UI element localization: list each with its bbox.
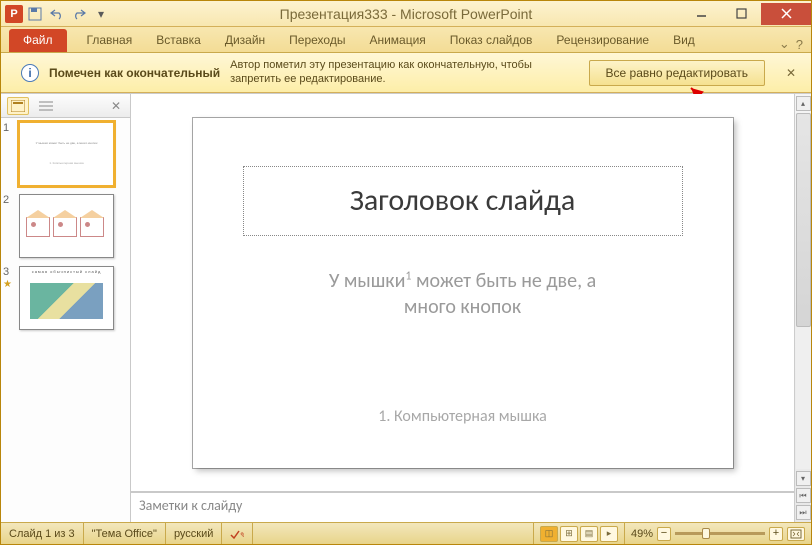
slides-tab-icon[interactable] [7,97,29,115]
slide-thumbnail[interactable]: самая обычнистый слайд [19,266,114,330]
ribbon-minimize-icon[interactable]: ⌄ [779,36,790,52]
thumbnail-row: 1 У мышки может быть не две, а много кно… [3,122,128,186]
tab-transitions[interactable]: Переходы [277,29,357,52]
slide-stage[interactable]: Заголовок слайда У мышки1 может быть не … [131,94,794,492]
theme-name[interactable]: "Тема Office" [84,523,166,544]
vertical-scrollbar[interactable]: ▴ ▾ ⏮ ⏭ [794,94,811,522]
scroll-thumb[interactable] [796,113,811,327]
slide-thumbnail[interactable]: У мышки может быть не две, а много кнопо… [19,122,114,186]
workarea: ✕ 1 У мышки может быть не две, а много к… [1,93,811,522]
message-close-icon[interactable]: ✕ [781,63,801,83]
notes-pane[interactable]: Заметки к слайду [131,492,794,522]
minimize-button[interactable] [681,3,721,25]
close-button[interactable] [761,3,811,25]
tab-design[interactable]: Дизайн [213,29,277,52]
powerpoint-icon[interactable]: P [5,5,23,23]
view-buttons: ◫ ⊞ ▤ ▸ [533,523,625,544]
file-tab[interactable]: Файл [9,29,67,52]
animation-icon: ★ [3,279,12,290]
maximize-button[interactable] [721,3,761,25]
statusbar: Слайд 1 из 3 "Тема Office" русский ✎ ◫ ⊞… [1,522,811,544]
thumb-number: 3★ [3,266,15,330]
tab-slideshow[interactable]: Показ слайдов [438,29,545,52]
reading-view-button[interactable]: ▤ [580,526,598,542]
spellcheck-icon[interactable]: ✎ [222,523,253,544]
zoom-out-button[interactable]: − [657,527,671,541]
slide-counter[interactable]: Слайд 1 из 3 [1,523,84,544]
next-slide-button[interactable]: ⏭ [796,505,811,520]
fit-to-window-button[interactable] [787,527,805,541]
thumb-number: 2 [3,194,15,258]
title-placeholder[interactable]: Заголовок слайда [243,166,683,236]
sorter-view-button[interactable]: ⊞ [560,526,578,542]
zoom-level[interactable]: 49% [631,528,653,540]
slideshow-view-button[interactable]: ▸ [600,526,618,542]
window-controls [681,3,811,25]
tab-insert[interactable]: Вставка [144,29,213,52]
prev-slide-button[interactable]: ⏮ [796,488,811,503]
tab-home[interactable]: Главная [75,29,145,52]
svg-text:✎: ✎ [240,531,244,540]
editor-area: Заголовок слайда У мышки1 может быть не … [131,94,794,522]
language-indicator[interactable]: русский [166,523,222,544]
thumbnail-row: 2 [3,194,128,258]
scroll-down-button[interactable]: ▾ [796,471,811,486]
window-title: Презентация333 - Microsoft PowerPoint [280,6,533,22]
info-icon: i [21,64,39,82]
subtitle-text: У мышки1 может быть не две, амного кнопо… [243,268,683,320]
thumbnails-list[interactable]: 1 У мышки может быть не две, а много кно… [1,118,130,522]
qat: P ▾ [1,4,111,24]
footnote-text: 1. Компьютерная мышка [243,407,683,426]
panel-close-icon[interactable]: ✕ [108,99,124,113]
slide-panel: ✕ 1 У мышки может быть не две, а много к… [1,94,131,522]
zoom-slider-thumb[interactable] [702,528,710,539]
slide-canvas[interactable]: Заголовок слайда У мышки1 может быть не … [193,118,733,468]
thumbnail-row: 3★ самая обычнистый слайд [3,266,128,330]
tab-view[interactable]: Вид [661,29,707,52]
undo-icon[interactable] [47,4,67,24]
redo-icon[interactable] [69,4,89,24]
save-icon[interactable] [25,4,45,24]
edit-anyway-button[interactable]: Все равно редактировать [589,60,765,86]
normal-view-button[interactable]: ◫ [540,526,558,542]
message-bar: i Помечен как окончательный Автор помети… [1,53,811,93]
app-window: P ▾ Презентация333 - Microsoft PowerPoin… [0,0,812,545]
zoom-in-button[interactable]: + [769,527,783,541]
tab-review[interactable]: Рецензирование [544,29,661,52]
ribbon-tabs: Файл Главная Вставка Дизайн Переходы Ани… [1,27,811,53]
zoom-slider[interactable] [675,532,765,535]
outline-tab-icon[interactable] [35,97,57,115]
qat-customize-icon[interactable]: ▾ [91,4,111,24]
zoom-controls: 49% − + [625,527,811,541]
titlebar: P ▾ Презентация333 - Microsoft PowerPoin… [1,1,811,27]
slide-thumbnail[interactable] [19,194,114,258]
help-icon[interactable]: ? [796,37,803,52]
thumb-number: 1 [3,122,15,186]
message-title: Помечен как окончательный [49,66,220,80]
scroll-track[interactable] [796,113,811,469]
slide-title-text: Заголовок слайда [350,182,576,219]
scroll-up-button[interactable]: ▴ [796,96,811,111]
message-text: Автор пометил эту презентацию как оконча… [230,59,570,85]
panel-header: ✕ [1,94,130,118]
tab-animations[interactable]: Анимация [357,29,437,52]
